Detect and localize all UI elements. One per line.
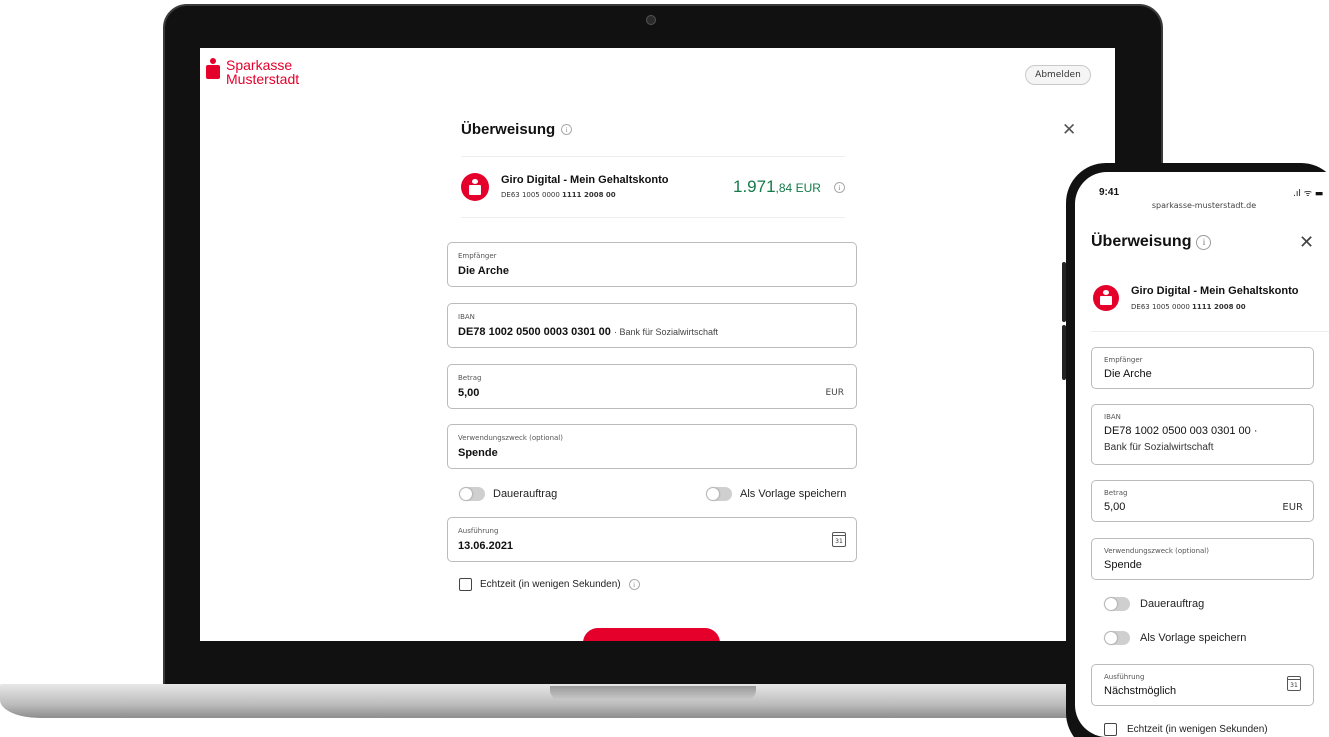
amount-currency: EUR — [825, 388, 844, 398]
sparkasse-logo[interactable]: Sparkasse Musterstadt — [206, 58, 299, 86]
mobile-realtime-label: Echtzeit (in wenigen Sekunden) — [1127, 724, 1268, 735]
device-mockup-stage: Sparkasse Musterstadt Abmelden Überweisu… — [0, 0, 1329, 737]
mobile-iban-prefix: DE63 1005 0000 — [1131, 303, 1190, 311]
mobile-iban-label: IBAN — [1104, 413, 1121, 421]
balance-info-icon[interactable]: i — [834, 182, 845, 193]
iban-value-line[interactable]: DE78 1002 0500 0003 0301 00 · Bank für S… — [458, 326, 718, 338]
execution-label: Ausführung — [458, 527, 499, 535]
iban-bank-name: · Bank für Sozialwirtschaft — [613, 327, 719, 337]
mobile-iban-bank: Bank für Sozialwirtschaft — [1104, 442, 1214, 453]
save-template-label: Als Vorlage speichern — [740, 488, 847, 500]
amount-field[interactable]: Betrag 5,00 EUR — [447, 364, 857, 409]
phone-screen: 9:41 .ıl ᯤ ▬ sparkasse-musterstadt.de Üb… — [1075, 172, 1329, 737]
mobile-purpose-value[interactable]: Spende — [1104, 559, 1142, 571]
laptop-camera — [646, 15, 656, 25]
account-iban-prefix: DE63 1005 0000 — [501, 191, 560, 199]
iban-label: IBAN — [458, 313, 475, 321]
mobile-account-summary[interactable]: Giro Digital - Mein Gehaltskonto DE63 10… — [1091, 276, 1329, 332]
mobile-recipient-value[interactable]: Die Arche — [1104, 368, 1152, 380]
mobile-execution-label: Ausführung — [1104, 673, 1145, 681]
account-summary[interactable]: Giro Digital - Mein Gehaltskonto DE63 10… — [461, 156, 845, 218]
iban-value: DE78 1002 0500 0003 0301 00 — [458, 326, 611, 338]
mobile-purpose-label: Verwendungszweck (optional) — [1104, 547, 1209, 555]
realtime-checkbox[interactable] — [459, 578, 472, 591]
mobile-standing-order-row[interactable]: Dauerauftrag — [1104, 597, 1204, 611]
logout-button[interactable]: Abmelden — [1025, 65, 1091, 85]
balance-main: 1.971 — [733, 177, 776, 196]
phone-side-button — [1062, 262, 1066, 322]
purpose-field[interactable]: Verwendungszweck (optional) Spende — [447, 424, 857, 469]
mobile-account-iban: DE63 1005 0000 1111 2008 00 — [1131, 303, 1246, 311]
browser-url[interactable]: sparkasse-musterstadt.de — [1075, 201, 1329, 210]
mobile-purpose-field[interactable]: Verwendungszweck (optional) Spende — [1091, 538, 1314, 580]
mobile-page-title: Überweisung — [1091, 233, 1192, 250]
status-icons: .ıl ᯤ ▬ — [1293, 189, 1324, 199]
mobile-amount-currency: EUR — [1282, 502, 1303, 513]
mobile-realtime-checkbox[interactable] — [1104, 723, 1117, 736]
account-name: Giro Digital - Mein Gehaltskonto — [501, 174, 669, 186]
mobile-iban-value[interactable]: DE78 1002 0500 003 0301 00 · — [1104, 425, 1258, 437]
mobile-realtime-row[interactable]: Echtzeit (in wenigen Sekunden) — [1104, 723, 1268, 736]
mobile-standing-order-toggle[interactable] — [1104, 597, 1130, 611]
recipient-label: Empfänger — [458, 252, 497, 260]
balance-fraction: ,84 EUR — [775, 181, 821, 195]
mobile-amount-label: Betrag — [1104, 489, 1128, 497]
amount-value[interactable]: 5,00 — [458, 387, 479, 399]
execution-date-field[interactable]: Ausführung 13.06.2021 31 — [447, 517, 857, 562]
iban-field[interactable]: IBAN DE78 1002 0500 0003 0301 00 · Bank … — [447, 303, 857, 348]
calendar-icon[interactable]: 31 — [832, 532, 846, 547]
account-iban: DE63 1005 0000 1111 2008 00 — [501, 191, 616, 199]
mobile-recipient-label: Empfänger — [1104, 356, 1143, 364]
amount-label: Betrag — [458, 374, 482, 382]
bank-name-line2: Musterstadt — [226, 71, 300, 87]
phone-side-button — [1062, 325, 1066, 380]
mobile-execution-value[interactable]: Nächstmöglich — [1104, 685, 1176, 697]
mobile-iban-bold: 1111 2008 00 — [1192, 303, 1246, 311]
standing-order-toggle[interactable] — [459, 487, 485, 501]
mobile-standing-order-label: Dauerauftrag — [1140, 598, 1205, 610]
realtime-label: Echtzeit (in wenigen Sekunden) — [480, 579, 621, 590]
mobile-amount-value[interactable]: 5,00 — [1104, 501, 1125, 513]
bank-name: Sparkasse Musterstadt — [226, 58, 299, 86]
mobile-close-icon[interactable]: ✕ — [1299, 234, 1314, 252]
mobile-iban-field[interactable]: IBAN DE78 1002 0500 003 0301 00 · Bank f… — [1091, 404, 1314, 465]
laptop-notch — [550, 686, 756, 700]
save-template-toggle[interactable] — [706, 487, 732, 501]
mobile-account-name: Giro Digital - Mein Gehaltskonto — [1131, 285, 1299, 297]
purpose-value[interactable]: Spende — [458, 447, 498, 459]
submit-transfer-button[interactable] — [583, 628, 720, 641]
info-icon[interactable]: i — [561, 124, 573, 135]
title-row: Überweisung i — [461, 121, 573, 138]
standing-order-toggle-row[interactable]: Dauerauftrag — [459, 487, 557, 501]
mobile-amount-field[interactable]: Betrag 5,00 EUR — [1091, 480, 1314, 522]
realtime-checkbox-row[interactable]: Echtzeit (in wenigen Sekunden) i — [459, 578, 640, 591]
mobile-title-row: Überweisung i — [1091, 233, 1212, 251]
sparkasse-account-icon — [461, 173, 489, 201]
recipient-field[interactable]: Empfänger Die Arche — [447, 242, 857, 287]
realtime-info-icon[interactable]: i — [628, 579, 640, 590]
close-icon[interactable]: ✕ — [1062, 122, 1076, 139]
save-template-toggle-row[interactable]: Als Vorlage speichern — [706, 487, 846, 501]
mobile-save-template-label: Als Vorlage speichern — [1140, 632, 1247, 644]
mobile-info-icon[interactable]: i — [1196, 234, 1212, 250]
mobile-execution-field[interactable]: Ausführung Nächstmöglich 31 — [1091, 664, 1314, 706]
status-time: 9:41 — [1099, 187, 1120, 198]
recipient-value[interactable]: Die Arche — [458, 265, 509, 277]
execution-value[interactable]: 13.06.2021 — [458, 540, 513, 552]
mobile-sparkasse-icon — [1093, 285, 1119, 311]
standing-order-label: Dauerauftrag — [493, 488, 558, 500]
page-title: Überweisung — [461, 121, 556, 138]
bank-name-line1: Sparkasse — [226, 57, 293, 73]
mobile-save-template-toggle[interactable] — [1104, 631, 1130, 645]
mobile-recipient-field[interactable]: Empfänger Die Arche — [1091, 347, 1314, 389]
mobile-save-template-row[interactable]: Als Vorlage speichern — [1104, 631, 1246, 645]
purpose-label: Verwendungszweck (optional) — [458, 434, 563, 442]
mobile-calendar-icon[interactable]: 31 — [1287, 676, 1301, 691]
account-balance: 1.971,84 EUR — [733, 177, 821, 197]
sparkasse-s-icon — [206, 58, 220, 80]
account-iban-bold: 1111 2008 00 — [562, 191, 616, 199]
laptop-screen: Sparkasse Musterstadt Abmelden Überweisu… — [200, 48, 1115, 641]
